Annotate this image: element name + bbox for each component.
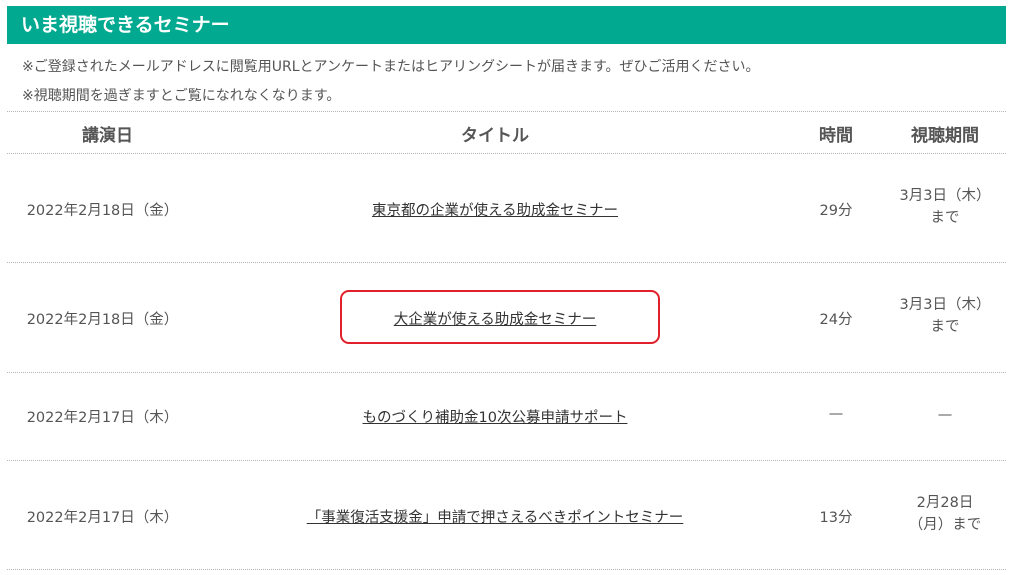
row-time: — <box>828 406 844 422</box>
row-date: 2022年2月18日（金） <box>26 203 179 219</box>
row-period: — <box>880 404 1010 426</box>
col-header-title: タイトル <box>461 126 529 146</box>
divider <box>7 372 1006 373</box>
period-line: （月）まで <box>908 517 982 533</box>
row-date: 2022年2月18日（金） <box>26 312 179 328</box>
row-title: 東京都の企業が使える助成金セミナー <box>290 199 700 220</box>
section-header: いま視聴できるセミナー <box>7 6 1006 44</box>
row-time: 13分 <box>819 510 853 526</box>
divider <box>7 262 1006 263</box>
seminar-list-page: いま視聴できるセミナー ※ご登録されたメールアドレスに閲覧用URLとアンケートま… <box>0 0 1013 575</box>
period-line: まで <box>930 210 960 226</box>
period-line: 3月3日（木） <box>899 188 991 204</box>
note-registration: ※ご登録されたメールアドレスに閲覧用URLとアンケートまたはヒアリングシートが届… <box>22 59 760 75</box>
row-period: 3月3日（木） まで <box>880 185 1010 229</box>
row-date: 2022年2月17日（木） <box>26 410 179 426</box>
period-line: まで <box>930 319 960 335</box>
row-period: 3月3日（木） まで <box>880 294 1010 338</box>
row-title: ものづくり補助金10次公募申請サポート <box>290 406 700 427</box>
period-line: 3月3日（木） <box>899 297 991 313</box>
col-header-date: 講演日 <box>82 126 133 146</box>
divider <box>7 460 1006 461</box>
row-period: 2月28日 （月）まで <box>880 492 1010 536</box>
row-date: 2022年2月17日（木） <box>26 510 179 526</box>
period-line: — <box>937 407 953 423</box>
row-title: 「事業復活支援金」申請で押さえるべきポイントセミナー <box>290 506 700 527</box>
divider <box>7 569 1006 570</box>
col-header-period: 視聴期間 <box>911 126 979 146</box>
seminar-link[interactable]: ものづくり補助金10次公募申請サポート <box>363 410 628 426</box>
seminar-link[interactable]: 「事業復活支援金」申請で押さえるべきポイントセミナー <box>307 510 684 526</box>
divider <box>7 153 1006 154</box>
note-viewing-period: ※視聴期間を過ぎますとご覧になれなくなります。 <box>22 88 341 104</box>
divider <box>7 111 1006 112</box>
period-line: 2月28日 <box>916 495 974 511</box>
seminar-link[interactable]: 東京都の企業が使える助成金セミナー <box>372 203 618 219</box>
row-time: 24分 <box>819 312 853 328</box>
row-time: 29分 <box>819 203 853 219</box>
highlight-box <box>340 290 660 344</box>
col-header-time: 時間 <box>819 126 853 146</box>
